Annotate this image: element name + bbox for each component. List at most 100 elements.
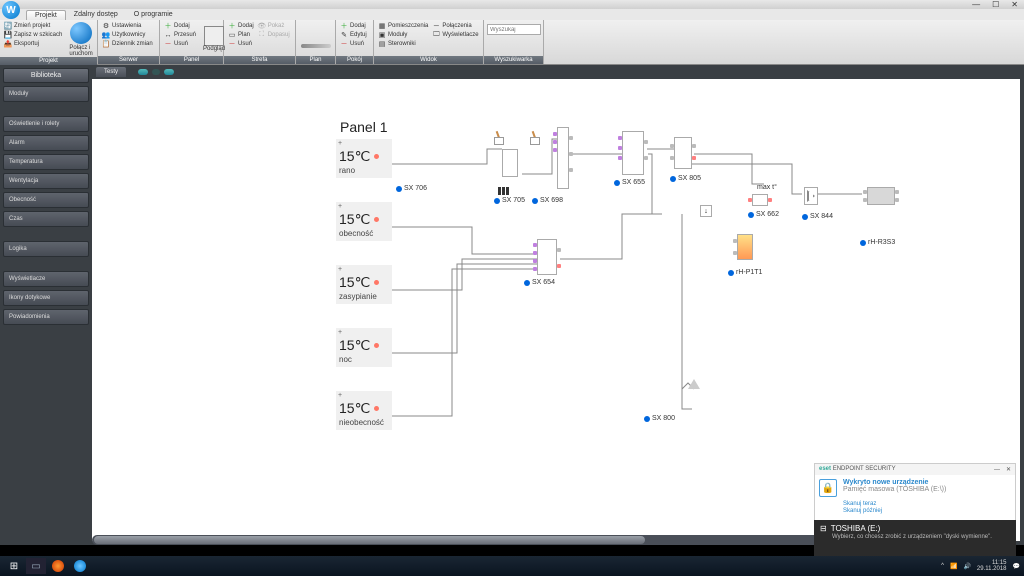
eset-minimize-button[interactable]: —: [994, 467, 1000, 473]
sidebar-item-ikony[interactable]: Ikony dotykowe: [3, 290, 89, 306]
sidebar-item-wentylacja[interactable]: Wentylacja: [3, 173, 89, 189]
sidebar-item-obecnosc[interactable]: Obecność: [3, 192, 89, 208]
status-dot-icon: [374, 343, 379, 348]
firefox-icon[interactable]: [48, 558, 68, 574]
eset-scan-now-link[interactable]: Skanuj teraz: [815, 501, 1015, 508]
strefa-pokaz-button[interactable]: 👁Pokaż: [257, 22, 291, 30]
zmien-projekt-button[interactable]: 🔄Zmień projekt: [3, 22, 63, 30]
sidebar: Biblioteka Moduły Oświetlenie i rolety A…: [0, 65, 92, 545]
windows-toast[interactable]: ⊟TOSHIBA (E:) Wybierz, co chcesz zrobić …: [814, 520, 1016, 556]
tab-projekt[interactable]: Projekt: [26, 10, 66, 20]
node-sx698[interactable]: [557, 127, 569, 189]
tray-network-icon[interactable]: 📶: [950, 563, 957, 570]
doc-tab-testy[interactable]: Testy: [96, 67, 126, 77]
node-downarrow[interactable]: ↓: [700, 205, 712, 217]
tab-zdalny[interactable]: Zdalny dostęp: [66, 10, 126, 19]
group-label-pokoj: Pokój: [336, 56, 373, 64]
widok-sterowniki-button[interactable]: ▤Sterowniki: [377, 40, 429, 48]
widok-polaczenia-button[interactable]: ─Połączenia: [431, 22, 479, 30]
setpoint-zasypianie[interactable]: + 15℃ zasypianie: [336, 265, 392, 304]
plus-icon[interactable]: +: [336, 202, 392, 211]
pokoj-usun-button[interactable]: －Usuń: [339, 40, 368, 48]
notification-center-button[interactable]: 💬: [1013, 563, 1020, 570]
panel-przesun-button[interactable]: ↔Przesuń: [163, 31, 197, 39]
polacz-uruchom-button[interactable]: Połącz i uruchom: [65, 22, 96, 57]
pokoj-edytuj-button[interactable]: ✎Edytuj: [339, 31, 368, 39]
setpoint-rano[interactable]: + 15℃ rano: [336, 139, 392, 178]
strefa-plan-button[interactable]: ▭Plan: [227, 31, 255, 39]
minimize-button[interactable]: —: [972, 0, 980, 9]
plus-icon[interactable]: +: [336, 139, 392, 148]
eset-popup: eset ENDPOINT SECURITY —✕ 🔒 Wykryto nowe…: [814, 463, 1016, 523]
group-label-serwer: Serwer: [98, 56, 159, 64]
view-mode-1-icon[interactable]: [138, 69, 148, 75]
add-icon: ＋: [340, 22, 348, 30]
node-sx705[interactable]: [498, 187, 518, 197]
node-p1t1[interactable]: [737, 234, 753, 260]
setpoint-obecnosc[interactable]: + 15℃ obecność: [336, 202, 392, 241]
app-logo-icon: W: [2, 1, 20, 19]
sidebar-item-wyswietlacze[interactable]: Wyświetlacze: [3, 271, 89, 287]
node-sx662[interactable]: [752, 194, 768, 206]
dziennik-button[interactable]: 📋Dziennik zmian: [101, 40, 154, 48]
strefa-dodaj-button[interactable]: ＋Dodaj: [227, 22, 255, 30]
remove-icon: －: [228, 40, 236, 48]
sidebar-head: Biblioteka: [3, 68, 89, 83]
sidebar-item-logika[interactable]: Logika: [3, 241, 89, 257]
sidebar-item-alarm[interactable]: Alarm: [3, 135, 89, 151]
node-r3s3[interactable]: [867, 187, 895, 205]
node-sx805[interactable]: [674, 137, 692, 169]
panel-dodaj-button[interactable]: ＋Dodaj: [163, 22, 197, 30]
node-sx706[interactable]: [502, 149, 518, 177]
view-mode-2-icon[interactable]: [152, 69, 160, 75]
remove-icon: －: [164, 40, 172, 48]
label-sx662: SX 662: [748, 211, 779, 218]
widok-moduly-button[interactable]: ▣Moduły: [377, 31, 429, 39]
plan-slider[interactable]: [301, 44, 331, 48]
taskview-button[interactable]: ▭: [26, 558, 46, 574]
eset-close-button[interactable]: ✕: [1006, 467, 1011, 473]
maximize-button[interactable]: ☐: [992, 0, 999, 9]
tray-volume-icon[interactable]: 🔊: [963, 563, 970, 570]
sidebar-item-powiadomienia[interactable]: Powiadomienia: [3, 309, 89, 325]
eset-scan-later-link[interactable]: Skanuj później: [815, 508, 1015, 515]
plus-icon[interactable]: +: [336, 328, 392, 337]
controllers-icon: ▤: [378, 40, 386, 48]
eset-title: Wykryto nowe urządzenie: [843, 479, 946, 486]
setpoint-noc[interactable]: + 15℃ noc: [336, 328, 392, 367]
tab-oprogramie[interactable]: O programie: [126, 10, 181, 19]
zapisz-szkic-button[interactable]: 💾Zapisz w szkicach: [3, 31, 63, 39]
panel-usun-button[interactable]: －Usuń: [163, 40, 197, 48]
search-input[interactable]: [487, 24, 541, 35]
view-mode-3-icon[interactable]: [164, 69, 174, 75]
sidebar-item-moduly[interactable]: Moduły: [3, 86, 89, 102]
sidebar-item-czas[interactable]: Czas: [3, 211, 89, 227]
sidebar-item-oswietlenie[interactable]: Oświetlenie i rolety: [3, 116, 89, 132]
uzytkownicy-button[interactable]: 👥Użytkownicy: [101, 31, 154, 39]
setpoint-nieobecnosc[interactable]: + 15℃ nieobecność: [336, 391, 392, 430]
widok-pomieszczenia-button[interactable]: ▦Pomieszczenia: [377, 22, 429, 30]
eset-brand: ENDPOINT SECURITY: [833, 466, 896, 472]
strefa-usun-button[interactable]: －Usuń: [227, 40, 255, 48]
group-label-search: Wyszukiwarka: [484, 56, 543, 64]
plus-icon[interactable]: +: [336, 265, 392, 274]
strefa-dopasuj-button[interactable]: ⛶Dopasuj: [257, 31, 291, 39]
plus-icon[interactable]: +: [336, 391, 392, 400]
pokoj-dodaj-button[interactable]: ＋Dodaj: [339, 22, 368, 30]
tray-up-icon[interactable]: ^: [941, 563, 944, 569]
node-sx844[interactable]: [804, 187, 818, 205]
connect-icon: [70, 22, 92, 44]
start-button[interactable]: ⊞: [4, 558, 24, 574]
widok-wyswietlacze-button[interactable]: 🖵Wyświetlacze: [431, 31, 479, 39]
eksportuj-button[interactable]: 📤Eksportuj: [3, 40, 63, 48]
scrollbar-thumb[interactable]: [94, 536, 645, 544]
app-icon[interactable]: [70, 558, 90, 574]
node-sx655[interactable]: [622, 131, 644, 175]
clock[interactable]: 11:15 29.11.2018: [977, 560, 1007, 572]
node-sx654[interactable]: [537, 239, 557, 275]
ustawienia-button[interactable]: ⚙Ustawienia: [101, 22, 154, 30]
close-button[interactable]: ✕: [1011, 0, 1018, 9]
label-sx698: SX 698: [532, 197, 563, 204]
sidebar-item-temperatura[interactable]: Temperatura: [3, 154, 89, 170]
connections-icon: ─: [432, 22, 440, 30]
